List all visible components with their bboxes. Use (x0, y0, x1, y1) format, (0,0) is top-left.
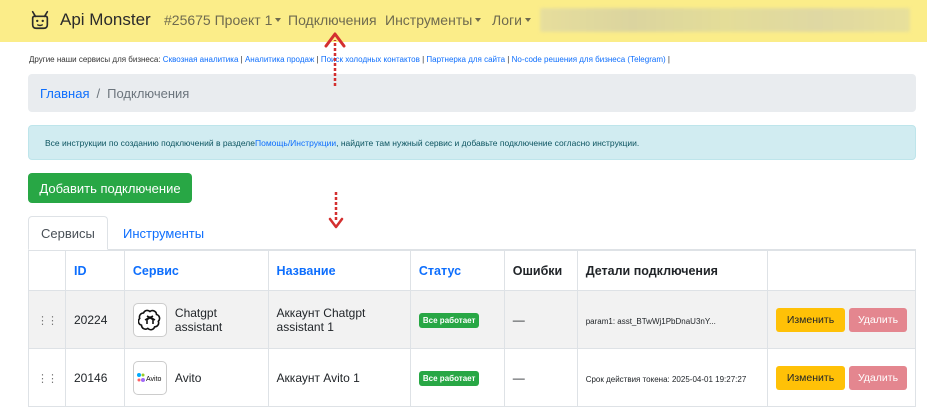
brand[interactable]: Api Monster (29, 9, 151, 31)
chevron-down-icon (524, 18, 531, 22)
nav-project-dropdown[interactable]: #25675 Проект 1 (164, 12, 282, 28)
blurred-account-info (540, 8, 910, 32)
delete-button[interactable]: Удалить (849, 307, 907, 332)
edit-button[interactable]: Изменить (776, 365, 845, 390)
tabs-bar: Сервисы Инструменты (28, 216, 916, 250)
row-id: 20146 (65, 348, 125, 407)
service-name: Avito (174, 370, 202, 385)
delete-button[interactable]: Удалить (849, 365, 907, 390)
nav-logs-label: Логи (492, 12, 522, 28)
service-link-partner[interactable]: Партнерка для сайта (426, 55, 505, 64)
drag-handle-icon: ⋮⋮ (37, 372, 58, 385)
service-link-nocode[interactable]: No-code решения для бизнеса (Telegram) (512, 55, 666, 64)
nav-connections-label: Подключения (288, 12, 377, 28)
service-name: Chatgpt assistant (174, 305, 223, 334)
connections-table: ID Сервис Название Статус Ошибки Детали … (28, 250, 916, 407)
row-details: Срок действия токена: 2025-04-01 19:27:2… (576, 348, 769, 407)
nav-logs-dropdown[interactable]: Логи (492, 12, 531, 28)
row-errors: — (503, 348, 578, 407)
avito-icon: Avito (132, 360, 167, 395)
separator: | (667, 55, 670, 64)
openai-icon (132, 302, 167, 337)
info-alert: Все инструкции по созданию подключений в… (28, 125, 916, 160)
table-row: ⋮⋮ 20224 Chatgpt assistant Аккаунт Chatg… (28, 290, 916, 349)
details-text: param1: asst_BTwWj1PbDnaU3nY... (585, 316, 716, 326)
edit-button[interactable]: Изменить (776, 307, 845, 332)
row-name: Аккаунт Chatgpt assistant 1 (267, 290, 411, 349)
top-navbar: Api Monster #25675 Проект 1 Подключения … (0, 0, 927, 42)
breadcrumb-home[interactable]: Главная (40, 86, 89, 101)
row-actions: Изменить Удалить (767, 290, 916, 349)
header-name[interactable]: Название (267, 250, 411, 291)
status-badge: Все работает (418, 370, 480, 386)
nav-tools-dropdown[interactable]: Инструменты (385, 12, 482, 28)
alert-text-after: , найдите там нужный сервис и добавьте п… (336, 137, 640, 148)
row-status: Все работает (409, 290, 505, 349)
row-service: Avito Avito (123, 348, 269, 407)
row-status: Все работает (409, 348, 505, 407)
tab-services[interactable]: Сервисы (28, 216, 108, 250)
brand-name: Api Monster (60, 10, 151, 29)
details-text: Срок действия токена: 2025-04-01 19:27:2… (585, 374, 747, 384)
annotation-arrow-down-icon (328, 192, 344, 229)
annotation-arrow-up-icon (324, 32, 346, 86)
row-service: Chatgpt assistant (123, 290, 269, 349)
row-details: param1: asst_BTwWj1PbDnaU3nY... (576, 290, 769, 349)
chevron-down-icon (475, 18, 482, 22)
nav-tools-label: Инструменты (385, 12, 473, 28)
chevron-down-icon (275, 18, 282, 22)
nav-project-label: #25675 Проект 1 (164, 12, 273, 28)
breadcrumb-current: Подключения (107, 85, 190, 101)
header-id[interactable]: ID (65, 250, 125, 291)
alert-help-link[interactable]: Помощь/Инструкции (255, 138, 336, 148)
svg-text:Avito: Avito (146, 376, 162, 383)
tab-tools[interactable]: Инструменты (111, 216, 216, 250)
header-actions (767, 250, 916, 291)
breadcrumb: Главная / Подключения (28, 74, 916, 112)
table-row: ⋮⋮ 20146 Avito Avito Аккаунт Avito 1 Все… (28, 348, 916, 407)
add-connection-button[interactable]: Добавить подключение (28, 173, 192, 203)
row-name: Аккаунт Avito 1 (267, 348, 411, 407)
services-prefix: Другие наши сервисы для бизнеса: (29, 55, 161, 64)
header-errors: Ошибки (503, 250, 578, 291)
breadcrumb-separator: / (96, 85, 101, 101)
header-status[interactable]: Статус (409, 250, 505, 291)
row-actions: Изменить Удалить (767, 348, 916, 407)
table-header-row: ID Сервис Название Статус Ошибки Детали … (28, 250, 916, 291)
monster-logo-icon (31, 10, 49, 30)
nav-connections[interactable]: Подключения (288, 12, 377, 28)
drag-handle-icon: ⋮⋮ (37, 314, 58, 327)
status-badge: Все работает (418, 312, 480, 328)
header-details: Детали подключения (576, 250, 769, 291)
header-service[interactable]: Сервис (123, 250, 269, 291)
alert-text-before: Все инструкции по созданию подключений в… (45, 137, 255, 148)
drag-handle[interactable]: ⋮⋮ (28, 290, 66, 349)
drag-column-header (28, 250, 66, 291)
service-link-sales-analytics[interactable]: Аналитика продаж (245, 55, 314, 64)
drag-handle[interactable]: ⋮⋮ (28, 348, 66, 407)
service-link-analytics[interactable]: Сквозная аналитика (163, 55, 239, 64)
row-errors: — (503, 290, 578, 349)
row-id: 20224 (65, 290, 125, 349)
